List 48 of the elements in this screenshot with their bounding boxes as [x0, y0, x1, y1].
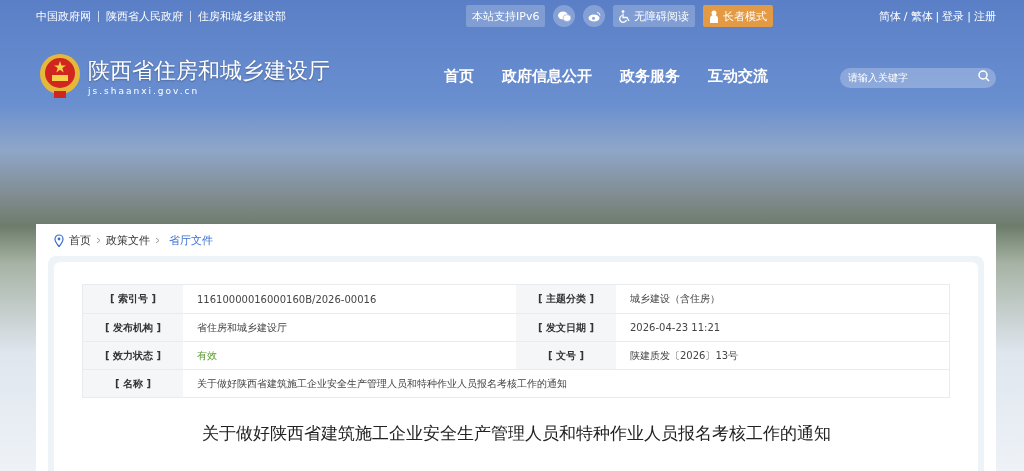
wheelchair-icon — [619, 9, 632, 23]
field-label: [ 索引号 ] — [83, 285, 183, 313]
breadcrumb-link[interactable]: 省厅文件 — [169, 232, 213, 248]
person-icon — [709, 9, 721, 23]
field-value: 关于做好陕西省建筑施工企业安全生产管理人员和特种作业人员报名考核工作的通知 — [197, 376, 567, 391]
field-value: 省住房和城乡建设厅 — [197, 320, 287, 335]
elder-mode-button[interactable]: 长者模式 — [703, 5, 774, 27]
account-link[interactable]: 简体 — [878, 8, 901, 24]
article-title: 关于做好陕西省建筑施工企业安全生产管理人员和特种作业人员报名考核工作的通知 — [200, 422, 832, 445]
nav-link[interactable]: 政府信息公开 — [502, 66, 592, 86]
separator: | — [967, 9, 971, 23]
field-label: [ 主题分类 ] — [516, 285, 616, 313]
chevron-icon — [96, 236, 101, 244]
field-label: [ 发布机构 ] — [83, 314, 183, 341]
separator: | — [935, 9, 940, 23]
search-icon[interactable] — [978, 70, 990, 82]
account-link[interactable]: 登录 — [942, 8, 965, 24]
accessibility-button[interactable]: 无障碍阅读 — [613, 5, 696, 27]
nav-link[interactable]: 政务服务 — [620, 66, 680, 86]
status-value: 有效 — [197, 348, 217, 363]
field-label: [ 发文日期 ] — [516, 314, 616, 341]
site-name: 陕西省住房和城乡建设厅 — [88, 57, 330, 85]
breadcrumb-link[interactable]: 政策文件 — [106, 232, 150, 248]
social-button[interactable] — [583, 5, 606, 27]
site-domain: js.shaanxi.gov.cn — [88, 86, 201, 96]
field-label: [ 效力状态 ] — [83, 342, 183, 369]
field-label: [ 文号 ] — [516, 342, 616, 369]
eye-swirl-icon — [587, 10, 601, 22]
nav-link[interactable]: 首页 — [444, 66, 474, 86]
chevron-icon — [155, 236, 160, 244]
chat-bubbles-icon — [557, 10, 571, 22]
top-link[interactable]: 中国政府网 — [36, 10, 98, 22]
field-value: 陕建质发〔2026〕13号 — [630, 348, 739, 363]
field-value: 城乡建设（含住房） — [630, 292, 720, 306]
account-link[interactable]: 注册 — [974, 8, 996, 24]
field-label: [ 名称 ] — [83, 370, 183, 397]
chat-button[interactable] — [553, 5, 576, 27]
top-link[interactable]: 陕西省人民政府 — [98, 10, 190, 22]
location-pin-icon — [54, 233, 64, 247]
emblem-icon — [38, 53, 82, 99]
nav-link[interactable]: 互动交流 — [708, 66, 768, 86]
account-link[interactable]: 繁体 — [910, 8, 933, 24]
ipv6-button[interactable]: 本站支持IPv6 — [466, 5, 546, 27]
breadcrumb-link[interactable]: 首页 — [69, 232, 91, 248]
top-link[interactable]: 住房和城乡建设部 — [190, 10, 293, 22]
field-value: 2026-04-23 11:21 — [630, 322, 721, 333]
separator: / — [903, 9, 908, 23]
field-value: 11610000016000160B/2026-00016 — [197, 293, 377, 305]
